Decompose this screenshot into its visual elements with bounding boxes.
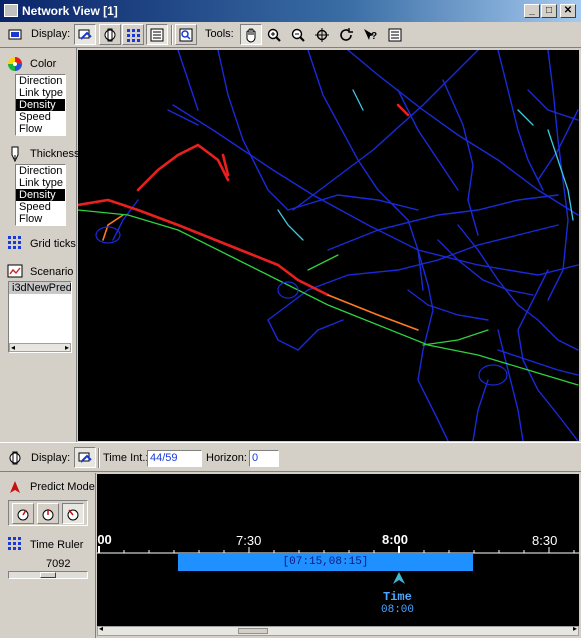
pen-icon xyxy=(7,145,23,166)
time-ruler-slider[interactable] xyxy=(8,571,88,579)
sensor-icon[interactable] xyxy=(4,447,26,468)
list-display-button[interactable] xyxy=(146,24,168,45)
bottom-display-label: Display: xyxy=(31,452,71,464)
predict-mode-buttons xyxy=(8,500,88,526)
time-ruler-label: Time Ruler xyxy=(30,539,84,551)
list-item[interactable]: Link type xyxy=(16,87,65,99)
pan-hand-icon[interactable] xyxy=(240,24,262,45)
scroll-right-icon[interactable]: ▸ xyxy=(573,624,577,633)
center-crosshair-icon[interactable] xyxy=(311,24,333,45)
predict-mode-2-icon[interactable] xyxy=(37,503,59,524)
list-item[interactable]: i3dNewPred xyxy=(9,282,71,294)
scenario-icon xyxy=(7,263,23,282)
bottom-separator xyxy=(98,448,100,468)
scenario-scrollbar[interactable]: ◂ ▸ xyxy=(9,343,71,352)
sensor-display-button[interactable] xyxy=(99,24,121,45)
rotate-icon[interactable] xyxy=(335,24,357,45)
predict-arrow-icon xyxy=(8,480,22,497)
find-button[interactable] xyxy=(175,24,197,45)
list-item[interactable]: Speed xyxy=(16,201,65,213)
horizon-label: Horizon: xyxy=(206,452,247,464)
thickness-list[interactable]: Direction Link type Density Speed Flow xyxy=(15,164,66,226)
tools-label: Tools: xyxy=(205,28,234,40)
slider-thumb[interactable] xyxy=(40,572,56,578)
scenario-label: Scenario xyxy=(30,266,74,278)
time-range-bar[interactable]: [07:15,08:15] xyxy=(178,554,473,571)
zoom-in-icon[interactable] xyxy=(263,24,285,45)
time-marker-value: 08:00 xyxy=(381,604,415,616)
left-sidebar: Color Direction Link type Density Speed … xyxy=(0,48,80,442)
timeline[interactable]: :00 7:30 8:00 8:30 [07:15,08:15] Time 08… xyxy=(97,474,579,626)
network-display-button[interactable] xyxy=(74,24,96,45)
maximize-button[interactable]: □ xyxy=(541,4,557,18)
list-item-selected[interactable]: Density xyxy=(16,99,65,111)
list-item[interactable]: Flow xyxy=(16,123,65,135)
network-map[interactable] xyxy=(78,50,579,441)
toolbar-separator xyxy=(171,25,173,45)
minimize-button[interactable]: _ xyxy=(524,4,540,18)
color-list[interactable]: Direction Link type Density Speed Flow xyxy=(15,74,66,136)
predict-mode-3-icon[interactable] xyxy=(62,503,84,524)
horizon-field[interactable]: 0 xyxy=(249,450,279,467)
zoom-out-icon[interactable] xyxy=(287,24,309,45)
color-label: Color xyxy=(30,58,57,70)
scroll-right-icon[interactable]: ▸ xyxy=(65,342,69,354)
svg-text:?: ? xyxy=(371,31,377,42)
list-item-selected[interactable]: Density xyxy=(16,189,65,201)
grid-ticks-icon[interactable] xyxy=(7,235,23,254)
time-range-label: [07:15,08:15] xyxy=(282,556,369,568)
time-marker-label: Time xyxy=(383,590,412,604)
predict-mode-label: Predict Mode xyxy=(30,481,95,493)
properties-list-icon[interactable] xyxy=(384,24,406,45)
time-marker-arrow-icon[interactable] xyxy=(393,572,405,589)
timeline-scrollbar[interactable]: ◂ ▸ xyxy=(97,624,579,636)
scroll-left-icon[interactable]: ◂ xyxy=(11,342,15,354)
list-item[interactable]: Speed xyxy=(16,111,65,123)
road-network xyxy=(78,50,579,441)
grid-display-button[interactable] xyxy=(122,24,144,45)
thickness-label: Thickness xyxy=(30,148,80,160)
top-toolbar: Display: Tools: ? xyxy=(0,22,581,48)
title-bar: Network View [1] _ □ ✕ xyxy=(0,0,581,22)
list-item[interactable]: Direction xyxy=(16,165,65,177)
time-ruler-grid-icon xyxy=(8,537,22,554)
app-icon xyxy=(4,4,18,17)
close-button[interactable]: ✕ xyxy=(560,4,576,18)
color-palette-icon xyxy=(7,56,23,75)
display-label: Display: xyxy=(31,28,71,40)
bottom-network-display-button[interactable] xyxy=(74,447,96,468)
list-item[interactable]: Flow xyxy=(16,213,65,225)
list-item[interactable]: Direction xyxy=(16,75,65,87)
time-interval-field[interactable]: 44/59 xyxy=(147,450,202,467)
ruler-ticks xyxy=(97,546,579,556)
scroll-thumb[interactable] xyxy=(238,628,268,634)
prediction-panel: Predict Mode Time Ruler 7092 xyxy=(0,473,96,638)
window-title: Network View [1] xyxy=(22,4,118,18)
bottom-toolbar: Display: Time Int.: 44/59 Horizon: 0 xyxy=(0,442,581,472)
display-menu-icon[interactable] xyxy=(4,24,26,45)
scroll-left-icon[interactable]: ◂ xyxy=(99,624,103,633)
predict-mode-1-icon[interactable] xyxy=(12,503,34,524)
help-query-icon[interactable]: ? xyxy=(359,24,381,45)
scenario-list[interactable]: i3dNewPred ◂ ▸ xyxy=(8,281,72,353)
list-item[interactable]: Link type xyxy=(16,177,65,189)
time-ruler-value: 7092 xyxy=(46,558,71,570)
time-interval-label: Time Int.: xyxy=(103,452,149,464)
grid-ticks-label[interactable]: Grid ticks xyxy=(30,238,76,250)
